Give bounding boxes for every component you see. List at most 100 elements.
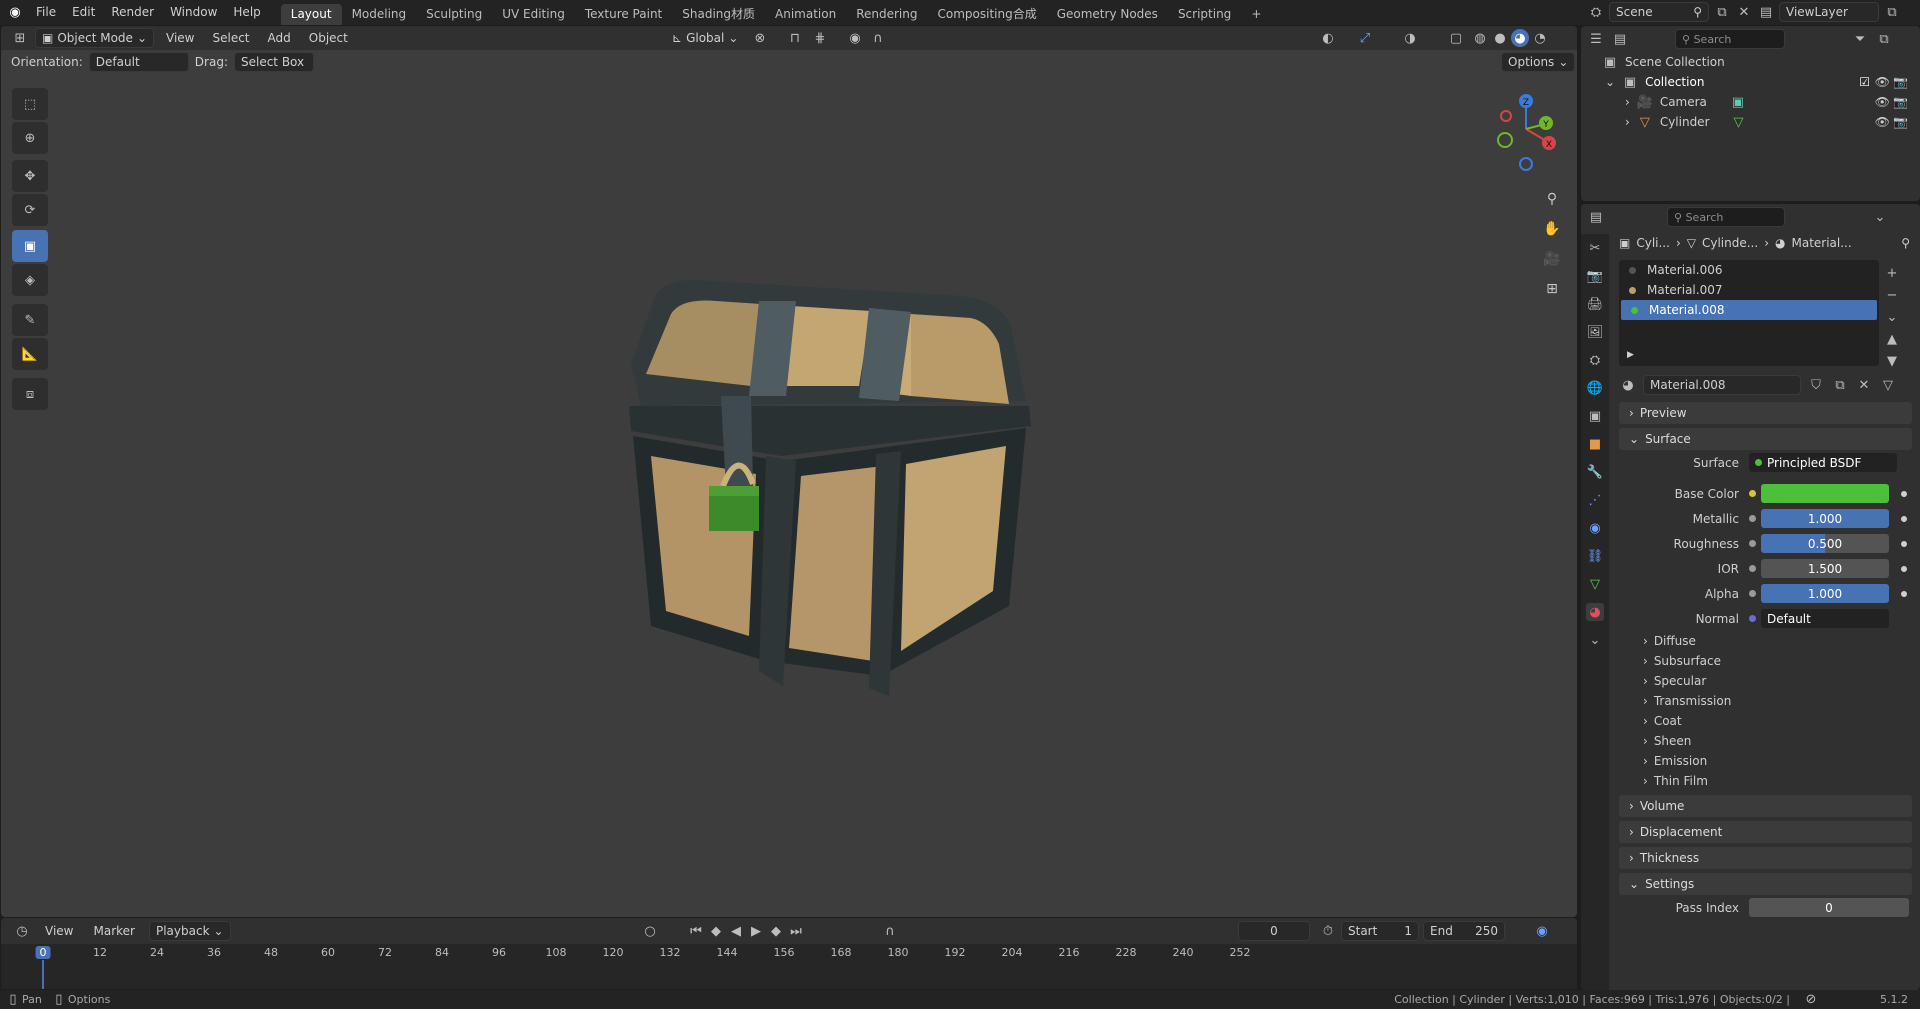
slot-menu-icon[interactable]: ⌄: [1883, 308, 1901, 326]
value-socket-icon[interactable]: [1749, 540, 1756, 547]
expand-icon[interactable]: ⌄: [1605, 75, 1615, 89]
visibility-icon[interactable]: ◐: [1319, 29, 1337, 47]
physics-tab-icon[interactable]: ◉: [1586, 519, 1604, 537]
transform-tool[interactable]: ◈: [12, 264, 48, 296]
tab-shading[interactable]: Shading材质: [672, 4, 765, 25]
display-mode-icon[interactable]: ▤: [1611, 30, 1629, 48]
constraints-tab-icon[interactable]: ⛓: [1586, 547, 1604, 565]
tab-scripting[interactable]: Scripting: [1168, 4, 1241, 25]
timeline-menu-view[interactable]: View: [39, 921, 79, 941]
expand-icon[interactable]: ›: [1625, 115, 1630, 129]
camera-data-icon[interactable]: ▣: [1729, 93, 1747, 111]
jump-start-icon[interactable]: ⏮: [687, 922, 705, 940]
eye-icon[interactable]: 👁: [1875, 75, 1890, 89]
tab-animation[interactable]: Animation: [765, 4, 846, 25]
remove-slot-icon[interactable]: −: [1883, 286, 1901, 304]
add-cube-tool[interactable]: ⧈: [12, 378, 48, 410]
rotate-tool[interactable]: ⟳: [12, 194, 48, 226]
subpanel-coat[interactable]: › Coat: [1619, 711, 1920, 731]
scene-tab-icon[interactable]: ⛭: [1586, 351, 1604, 369]
ior-field[interactable]: 1.500: [1761, 559, 1889, 578]
play-icon[interactable]: ▶: [747, 922, 765, 940]
delete-scene-icon[interactable]: ✕: [1735, 3, 1753, 21]
move-up-icon[interactable]: ▲: [1883, 330, 1901, 348]
material-shading-icon[interactable]: ◕: [1511, 29, 1529, 47]
timeline-view-icon[interactable]: ◉: [1533, 922, 1551, 940]
keyframe-dot-icon[interactable]: [1901, 515, 1907, 522]
subpanel-specular[interactable]: › Specular: [1619, 671, 1920, 691]
timeline-menu-marker[interactable]: Marker: [87, 921, 140, 941]
panel-preview[interactable]: › Preview: [1619, 402, 1912, 424]
expand-icon[interactable]: ▶: [1627, 350, 1634, 360]
tab-layout[interactable]: Layout: [280, 4, 342, 25]
modifier-tab-icon[interactable]: 🔧: [1586, 463, 1604, 481]
pin-icon[interactable]: ⚲: [1901, 236, 1910, 250]
select-box-tool[interactable]: ⬚: [12, 88, 48, 120]
wireframe-shading-icon[interactable]: ◍: [1471, 29, 1489, 47]
tab-geometry-nodes[interactable]: Geometry Nodes: [1047, 4, 1168, 25]
subpanel-thin-film[interactable]: › Thin Film: [1619, 771, 1920, 791]
menu-file[interactable]: File: [28, 0, 64, 25]
outliner-collection[interactable]: ⌄ ▣ Collection ☑ 👁 📷: [1581, 72, 1920, 92]
material-slot[interactable]: Material.006: [1619, 260, 1879, 280]
eye-icon[interactable]: 👁: [1875, 95, 1890, 109]
mode-selector[interactable]: ▣ Object Mode ⌄: [35, 28, 154, 48]
particles-tab-icon[interactable]: ⋰: [1586, 491, 1604, 509]
editor-type-icon[interactable]: ⊞: [11, 29, 29, 47]
material-name-field[interactable]: Material.008: [1643, 375, 1801, 395]
editor-type-icon[interactable]: ◷: [13, 922, 31, 940]
base-color-swatch[interactable]: [1761, 484, 1889, 503]
playhead[interactable]: [42, 960, 44, 989]
outliner-scene-collection[interactable]: ▣ Scene Collection: [1581, 52, 1920, 72]
options-button[interactable]: Options ⌄: [1501, 52, 1576, 72]
world-tab-icon[interactable]: 🌐: [1586, 379, 1604, 397]
subpanel-transmission[interactable]: › Transmission: [1619, 691, 1920, 711]
orientation-dropdown[interactable]: Default: [88, 52, 189, 72]
menu-edit[interactable]: Edit: [64, 0, 103, 25]
camera-view-icon[interactable]: 🎥: [1539, 246, 1565, 272]
menu-view[interactable]: View: [160, 28, 200, 48]
gizmo-neg-z[interactable]: [1519, 157, 1533, 171]
solid-shading-icon[interactable]: ●: [1491, 29, 1509, 47]
object-tab-icon[interactable]: ■: [1586, 435, 1604, 453]
add-workspace-icon[interactable]: +: [1241, 4, 1271, 25]
cursor-tool[interactable]: ⊕: [12, 122, 48, 154]
gizmo-neg-x[interactable]: [1500, 110, 1512, 122]
data-tab-icon[interactable]: ▽: [1586, 575, 1604, 593]
browse-material-icon[interactable]: ◕: [1619, 376, 1637, 394]
keyframe-dot-icon[interactable]: [1901, 490, 1907, 497]
drag-dropdown[interactable]: Select Box: [233, 52, 314, 72]
output-tab-icon[interactable]: 🖨: [1586, 295, 1604, 313]
tab-texture-paint[interactable]: Texture Paint: [575, 4, 672, 25]
fake-user-icon[interactable]: ⛉: [1807, 376, 1825, 394]
overlay-icon[interactable]: ◑: [1401, 29, 1419, 47]
metallic-slider[interactable]: 1.000: [1761, 509, 1889, 528]
navigation-gizmo[interactable]: Z X Y: [1481, 84, 1571, 194]
editor-type-icon[interactable]: ▤: [1587, 208, 1605, 226]
material-tab-icon[interactable]: ◕: [1586, 603, 1604, 621]
camera-render-icon[interactable]: 📷: [1893, 95, 1908, 109]
scale-tool[interactable]: ▣: [12, 230, 48, 262]
current-frame-field[interactable]: 0: [1238, 921, 1310, 941]
keyframe-dot-icon[interactable]: [1901, 540, 1907, 547]
pivot-icon[interactable]: ⊗: [751, 29, 769, 47]
treasure-chest-model[interactable]: [611, 256, 1141, 726]
tab-uv-editing[interactable]: UV Editing: [492, 4, 575, 25]
frame-ruler[interactable]: 0 12 24 36 48 60 72 84 96 108 120 132 144 156 168 180 19…: [1, 944, 1577, 989]
value-socket-icon[interactable]: [1749, 590, 1756, 597]
collection-tab-icon[interactable]: ▣: [1586, 407, 1604, 425]
end-frame-field[interactable]: End 250: [1423, 921, 1505, 941]
keyframe-dot-icon[interactable]: [1901, 565, 1907, 572]
mesh-data-icon[interactable]: ▽: [1730, 113, 1748, 131]
value-socket-icon[interactable]: [1749, 515, 1756, 522]
start-frame-field[interactable]: Start 1: [1341, 921, 1419, 941]
subpanel-emission[interactable]: › Emission: [1619, 751, 1920, 771]
outliner-search[interactable]: ⚲ Search: [1675, 29, 1785, 49]
normal-field[interactable]: Default: [1761, 609, 1889, 628]
gizmo-toggle-icon[interactable]: ⤢: [1356, 29, 1374, 47]
add-slot-icon[interactable]: +: [1883, 264, 1901, 282]
transform-orientation[interactable]: ⊾ Global ⌄: [666, 28, 744, 48]
panel-thickness[interactable]: › Thickness: [1619, 847, 1912, 869]
jump-end-icon[interactable]: ⏭: [787, 922, 805, 940]
vector-socket-icon[interactable]: [1749, 615, 1756, 622]
